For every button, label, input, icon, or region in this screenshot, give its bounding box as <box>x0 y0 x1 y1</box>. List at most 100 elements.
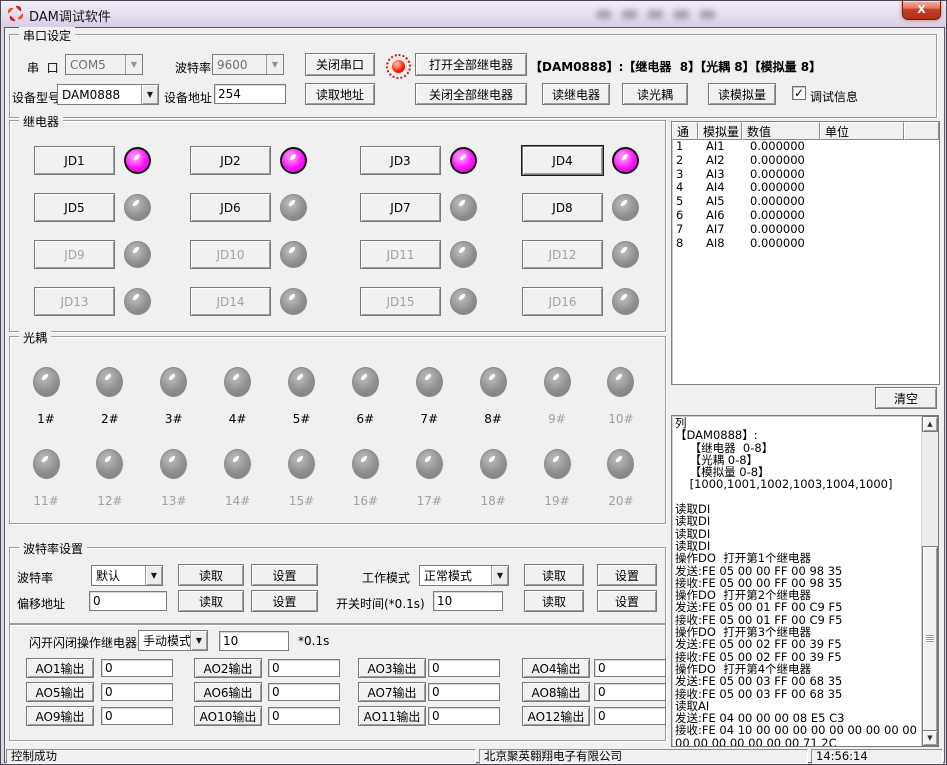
chevron-down-icon[interactable]: ▼ <box>145 566 162 585</box>
ao-output-button-11[interactable]: AO11输出 <box>358 706 426 726</box>
column-header-4[interactable]: 单位 <box>820 122 904 140</box>
relay-button-jd2[interactable]: JD2 <box>190 146 271 175</box>
workmode-read-button[interactable]: 读取 <box>524 564 584 586</box>
analog-table[interactable]: 通模拟量数值单位 1AI10.0000002AI20.0000003AI30.0… <box>671 121 940 385</box>
ao-output-input-3[interactable] <box>428 659 500 677</box>
table-row[interactable]: 4AI40.000000 <box>672 181 939 195</box>
relay-led-jd12 <box>612 241 639 268</box>
relay-led-jd6 <box>280 194 307 221</box>
ao-output-input-4[interactable] <box>594 659 666 677</box>
table-row[interactable]: 8AI80.000000 <box>672 237 939 251</box>
relay-button-jd6[interactable]: JD6 <box>190 193 271 222</box>
column-header-2[interactable]: 模拟量 <box>698 122 742 140</box>
table-row[interactable]: 6AI60.000000 <box>672 209 939 223</box>
ao-output-button-7[interactable]: AO7输出 <box>358 682 426 702</box>
ao-output-button-4[interactable]: AO4输出 <box>522 658 590 678</box>
ao-output-button-1[interactable]: AO1输出 <box>26 658 94 678</box>
ao-output-button-8[interactable]: AO8输出 <box>522 682 590 702</box>
read-address-button[interactable]: 读取地址 <box>305 83 375 105</box>
chevron-down-icon[interactable]: ▼ <box>491 566 508 585</box>
offset-address-input[interactable] <box>89 591 167 611</box>
offset-set-button[interactable]: 设置 <box>251 590 318 612</box>
relay-button-jd3[interactable]: JD3 <box>360 146 441 175</box>
workmode-set-button[interactable]: 设置 <box>597 564 657 586</box>
scroll-up-icon[interactable]: ▲ <box>922 416 938 432</box>
ao-output-input-1[interactable] <box>101 659 173 677</box>
close-serial-button[interactable]: 关闭串口 <box>305 53 375 76</box>
clear-log-button[interactable]: 清空 <box>875 387 937 409</box>
chevron-down-icon[interactable]: ▼ <box>190 631 207 650</box>
relay-button-jd8[interactable]: JD8 <box>522 193 603 222</box>
cell-unit <box>820 168 904 182</box>
ao-output-input-10[interactable] <box>268 707 340 725</box>
opto-unit-11: 11# <box>26 449 66 508</box>
switch-read-button[interactable]: 读取 <box>524 590 584 612</box>
close-button[interactable]: X <box>902 1 941 20</box>
relay-led-jd1 <box>124 147 151 174</box>
open-all-relays-button[interactable]: 打开全部继电器 <box>415 53 527 76</box>
table-row[interactable]: 7AI70.000000 <box>672 223 939 237</box>
ao-output-input-6[interactable] <box>268 683 340 701</box>
switch-time-input[interactable] <box>433 591 503 611</box>
table-row[interactable]: 1AI10.000000 <box>672 140 939 154</box>
device-address-input[interactable] <box>214 84 286 104</box>
scroll-down-icon[interactable]: ▼ <box>922 730 938 746</box>
serial-port-combobox: COM5 ▼ <box>65 54 143 75</box>
switch-set-button[interactable]: 设置 <box>597 590 657 612</box>
read-analog-button[interactable]: 读模拟量 <box>708 83 776 105</box>
opto-label-12: 12# <box>97 494 122 508</box>
relay-button-jd4[interactable]: JD4 <box>522 146 603 175</box>
ao-output-input-11[interactable] <box>428 707 500 725</box>
close-all-relays-button[interactable]: 关闭全部继电器 <box>415 83 527 105</box>
read-relays-button[interactable]: 读继电器 <box>542 83 610 105</box>
ao-output-input-12[interactable] <box>594 707 666 725</box>
ao-output-button-5[interactable]: AO5输出 <box>26 682 94 702</box>
ao-output-button-3[interactable]: AO3输出 <box>358 658 426 678</box>
ao-output-input-8[interactable] <box>594 683 666 701</box>
flash-mode-combobox[interactable]: 手动模式 ▼ <box>138 630 208 651</box>
ao-output-button-10[interactable]: AO10输出 <box>194 706 262 726</box>
cell-unit <box>820 223 904 237</box>
ao-output-input-5[interactable] <box>101 683 173 701</box>
relay-button-jd5[interactable]: JD5 <box>34 193 115 222</box>
log-line: 发送:FE 05 00 01 FF 00 C9 F5 <box>675 601 920 613</box>
title-bar[interactable]: DAM调试软件 X <box>1 1 946 27</box>
relay-button-jd7[interactable]: JD7 <box>360 193 441 222</box>
ao-output-input-9[interactable] <box>101 707 173 725</box>
flash-time-input[interactable] <box>219 631 289 651</box>
device-model-combobox[interactable]: DAM0888 ▼ <box>57 84 159 105</box>
debug-log-panel[interactable]: 列【DAM0888】: 【继电器 0-8】 【光耦 0-8】 【模拟量 0-8】… <box>671 415 939 747</box>
device-model-label: 设备型号 <box>12 89 60 106</box>
relay-button-jd1[interactable]: JD1 <box>34 146 115 175</box>
table-row[interactable]: 3AI30.000000 <box>672 168 939 182</box>
table-row[interactable]: 5AI50.000000 <box>672 195 939 209</box>
baud-read-button[interactable]: 读取 <box>178 564 244 586</box>
ao-output-button-2[interactable]: AO2输出 <box>194 658 262 678</box>
chevron-down-icon[interactable]: ▼ <box>141 85 158 104</box>
table-row[interactable]: 2AI20.000000 <box>672 154 939 168</box>
opto-unit-1: 1# <box>26 367 66 426</box>
baud-setting-combobox[interactable]: 默认 ▼ <box>91 565 163 586</box>
workmode-combobox[interactable]: 正常模式 ▼ <box>419 565 509 586</box>
column-header-1[interactable]: 通 <box>672 122 698 140</box>
relay-led-jd13 <box>124 288 151 315</box>
ao-output-button-9[interactable]: AO9输出 <box>26 706 94 726</box>
column-header-3[interactable]: 数值 <box>742 122 820 140</box>
device-model-value: DAM0888 <box>58 88 141 102</box>
ao-output-input-2[interactable] <box>268 659 340 677</box>
debug-info-checkbox[interactable] <box>792 86 806 100</box>
log-scrollbar[interactable]: ▲ ▼ <box>921 416 938 746</box>
offset-read-button[interactable]: 读取 <box>178 590 244 612</box>
baud-set-button[interactable]: 设置 <box>251 564 318 586</box>
cell-unit <box>820 140 904 154</box>
read-opto-button[interactable]: 读光耦 <box>622 83 688 105</box>
log-line: 【DAM0888】: <box>675 429 920 441</box>
scrollbar-thumb[interactable] <box>922 546 938 732</box>
ao-output-button-6[interactable]: AO6输出 <box>194 682 262 702</box>
ao-output-button-12[interactable]: AO12输出 <box>522 706 590 726</box>
opto-led-14 <box>224 449 251 479</box>
status-bar: 控制成功 北京聚英翱翔电子有限公司 14:56:14 <box>6 749 943 764</box>
opto-unit-9: 9# <box>537 367 577 426</box>
ao-output-input-7[interactable] <box>428 683 500 701</box>
log-line: 00 00 00 00 00 00 00 71 2C <box>675 737 920 746</box>
